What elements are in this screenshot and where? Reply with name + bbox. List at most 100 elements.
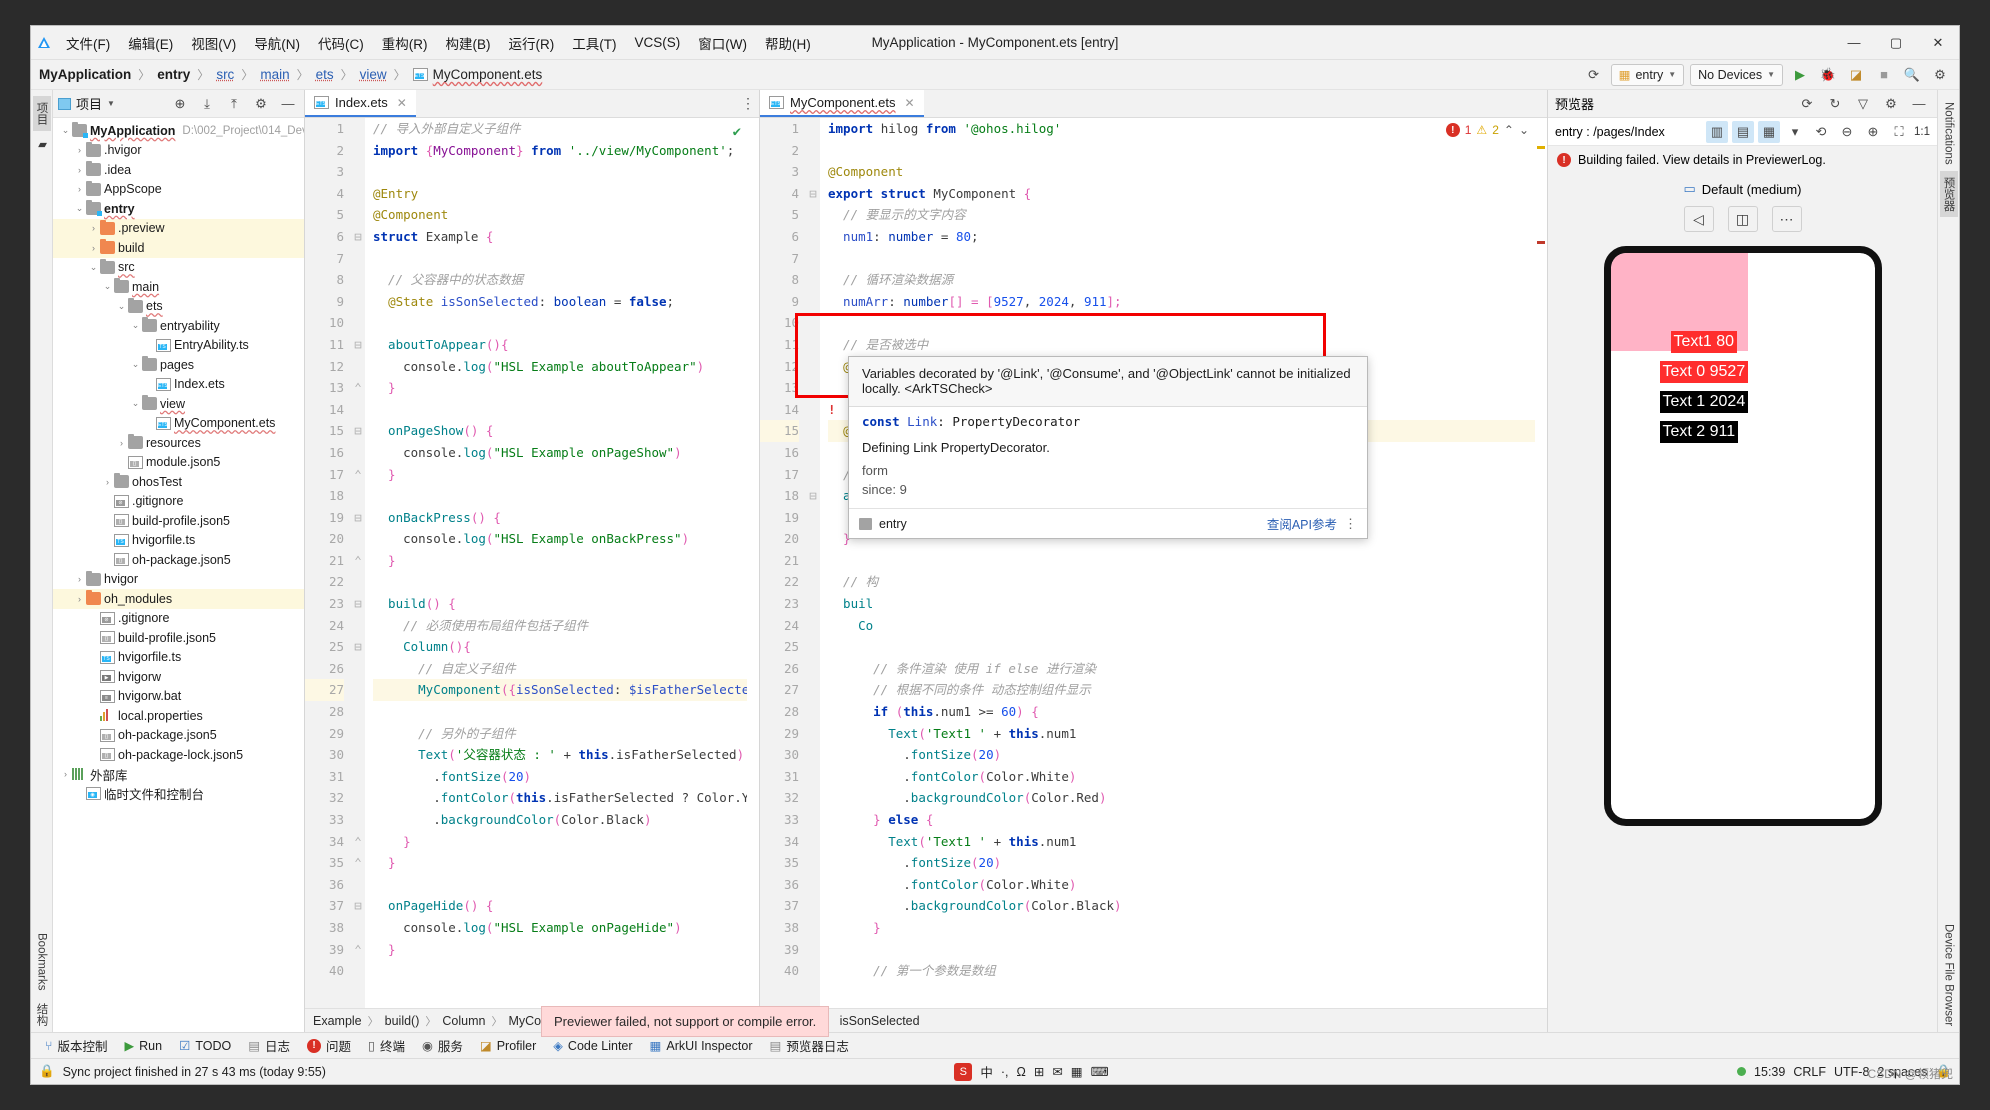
minimize-icon[interactable]: — xyxy=(1908,93,1930,115)
filter-icon[interactable]: ▽ xyxy=(1852,93,1874,115)
ime-omega-icon[interactable]: Ω xyxy=(1016,1065,1025,1079)
crumb-issonselected[interactable]: isSonSelected xyxy=(840,1014,920,1028)
code-line[interactable] xyxy=(373,248,759,270)
code-line[interactable] xyxy=(373,312,759,334)
chevron-right-icon[interactable]: › xyxy=(59,769,72,779)
code-line[interactable]: build() { xyxy=(373,593,759,615)
code-line[interactable]: Column(){ xyxy=(373,636,759,658)
tab-index-ets[interactable]: ETS Index.ets ✕ xyxy=(305,90,416,117)
code-line[interactable]: // 父容器中的状态数据 xyxy=(373,269,759,291)
code-line[interactable]: export struct MyComponent { xyxy=(828,183,1547,205)
minimize-icon[interactable]: — xyxy=(277,93,299,115)
search-icon[interactable]: 🔍 xyxy=(1901,64,1923,86)
ime-board-icon[interactable]: ▦ xyxy=(1071,1064,1083,1079)
fold-toggle[interactable]: ⊟ xyxy=(351,420,365,442)
code-line[interactable] xyxy=(373,701,759,723)
status-line-separator[interactable]: CRLF xyxy=(1793,1065,1826,1079)
tree-item---------[interactable]: ◉ 临时文件和控制台 xyxy=(53,784,304,804)
tool-code-linter[interactable]: ◈ Code Linter xyxy=(545,1035,640,1057)
chevron-right-icon[interactable]: › xyxy=(73,594,86,604)
tool-problems[interactable]: ! 问题 xyxy=(299,1035,359,1057)
chevron-down-icon[interactable]: ⌄ xyxy=(129,359,142,370)
gear-icon[interactable]: ⚙ xyxy=(250,93,272,115)
crumb-example[interactable]: Example xyxy=(313,1014,362,1028)
code-line[interactable]: // 构 xyxy=(828,571,1547,593)
tree-item-entry[interactable]: ⌄ entry xyxy=(53,199,304,219)
more-icon[interactable]: ⋯ xyxy=(1771,206,1802,232)
chevron-right-icon[interactable]: › xyxy=(87,243,100,253)
rail-tab-structure-bottom[interactable]: 结构 xyxy=(33,997,51,1032)
tree-item-hvigorw-bat[interactable]: ≡ hvigorw.bat xyxy=(53,687,304,707)
code-line[interactable] xyxy=(828,550,1547,572)
tree-item-index-ets[interactable]: ETS Index.ets xyxy=(53,375,304,395)
error-marker[interactable] xyxy=(1537,241,1545,244)
code-line[interactable] xyxy=(828,939,1547,961)
fold-toggle[interactable]: ⊟ xyxy=(351,593,365,615)
code-line[interactable]: // 导入外部自定义子组件 xyxy=(373,118,759,140)
profiler-icon[interactable]: ◪ xyxy=(1845,64,1867,86)
menu-help[interactable]: 帮助(H) xyxy=(756,26,820,59)
code-line[interactable] xyxy=(373,874,759,896)
code-line[interactable] xyxy=(828,248,1547,270)
chevron-down-icon[interactable]: ⌄ xyxy=(129,398,142,409)
chevron-down-icon[interactable]: ⌄ xyxy=(73,203,86,214)
rotate-left-icon[interactable]: ◁ xyxy=(1683,206,1714,232)
tree-item-appscope[interactable]: › AppScope xyxy=(53,180,304,200)
tree-item-module-json5[interactable]: {} module.json5 xyxy=(53,453,304,473)
code-line[interactable]: MyComponent({isSonSelected: $isFatherSel… xyxy=(373,679,759,702)
code-line[interactable]: } xyxy=(373,377,759,399)
fold-gutter-right[interactable]: ⊟ ⊟ xyxy=(806,118,820,1008)
tree-item-ets[interactable]: ⌄ ets xyxy=(53,297,304,317)
tree-item-view[interactable]: ⌄ view xyxy=(53,394,304,414)
rail-tab-project[interactable]: 项目 xyxy=(32,96,51,131)
code-line[interactable]: .fontColor(Color.White) xyxy=(828,766,1547,788)
ime-chinese-icon[interactable]: 中 xyxy=(980,1062,993,1081)
tool-version-control[interactable]: ⑂ 版本控制 xyxy=(37,1035,116,1057)
breadcrumb-module[interactable]: entry xyxy=(155,67,192,82)
code-line[interactable]: .fontColor(Color.White) xyxy=(828,874,1547,896)
menu-window[interactable]: 窗口(W) xyxy=(689,26,756,59)
code-line[interactable]: struct Example { xyxy=(373,226,759,248)
device-selector[interactable]: No Devices ▼ xyxy=(1690,63,1783,86)
tool-previewer-log[interactable]: ▤ 预览器日志 xyxy=(762,1035,857,1057)
tree-item-ohostest[interactable]: › ohosTest xyxy=(53,472,304,492)
error-strip-right[interactable] xyxy=(1535,118,1547,1008)
tree-item-mycomponent-ets[interactable]: ETS MyComponent.ets xyxy=(53,414,304,434)
rotate-icon[interactable]: ⟲ xyxy=(1810,121,1832,143)
code-area-left[interactable]: 1 2 3 4 5 6 7 8 9 10 11 12 13 14 15 16 17 18 19 20 21 22 23 24 2… xyxy=(305,118,759,1008)
fold-toggle[interactable]: ⌃ xyxy=(351,939,365,961)
tree-item-pages[interactable]: ⌄ pages xyxy=(53,355,304,375)
code-line[interactable]: if (this.num1 >= 60) { xyxy=(828,701,1547,723)
tab-mycomponent-ets[interactable]: ETS MyComponent.ets ✕ xyxy=(760,90,924,117)
tree-item-build[interactable]: › build xyxy=(53,238,304,258)
tool-todo[interactable]: ☑ TODO xyxy=(171,1035,239,1057)
tree-item-entryability[interactable]: ⌄ entryability xyxy=(53,316,304,336)
code-line[interactable]: .backgroundColor(Color.Red) xyxy=(828,787,1547,809)
code-line[interactable]: .backgroundColor(Color.Black) xyxy=(373,809,759,831)
menu-tools[interactable]: 工具(T) xyxy=(563,26,625,59)
stop-icon[interactable]: ■ xyxy=(1873,64,1895,86)
layout-icon[interactable]: ▤ xyxy=(1732,120,1754,143)
fold-toggle[interactable]: ⊟ xyxy=(351,334,365,356)
breadcrumb-ets[interactable]: ets xyxy=(314,67,336,82)
menu-build[interactable]: 构建(B) xyxy=(437,26,500,59)
run-icon[interactable]: ▶ xyxy=(1789,64,1811,86)
code-line[interactable]: console.log("HSL Example aboutToAppear") xyxy=(373,356,759,378)
code-line[interactable]: // 另外的子组件 xyxy=(373,723,759,745)
fold-toggle[interactable]: ⊟ xyxy=(351,895,365,917)
code-line[interactable]: // 必须使用布局组件包括子组件 xyxy=(373,615,759,637)
code-line[interactable]: import hilog from '@ohos.hilog' xyxy=(828,118,1547,140)
collapse-all-icon[interactable]: ⤒ xyxy=(223,93,245,115)
documentation-popup[interactable]: Variables decorated by '@Link', '@Consum… xyxy=(848,356,1368,539)
chevron-right-icon[interactable]: › xyxy=(101,477,114,487)
code-line[interactable]: @State isSonSelected: boolean = false; xyxy=(373,291,759,313)
chevron-down-icon[interactable]: ⌄ xyxy=(101,281,114,292)
chevron-down-icon[interactable]: ⌄ xyxy=(129,320,142,331)
chevron-down-icon[interactable]: ⌄ xyxy=(115,301,128,312)
code-line[interactable]: import {MyComponent} from '../view/MyCom… xyxy=(373,140,759,162)
popup-more-icon[interactable]: ⋮ xyxy=(1344,516,1357,532)
code-line[interactable] xyxy=(373,960,759,982)
chevron-right-icon[interactable]: › xyxy=(73,165,86,175)
breadcrumb-view[interactable]: view xyxy=(358,67,389,82)
tool-log[interactable]: ▤ 日志 xyxy=(240,1035,298,1057)
